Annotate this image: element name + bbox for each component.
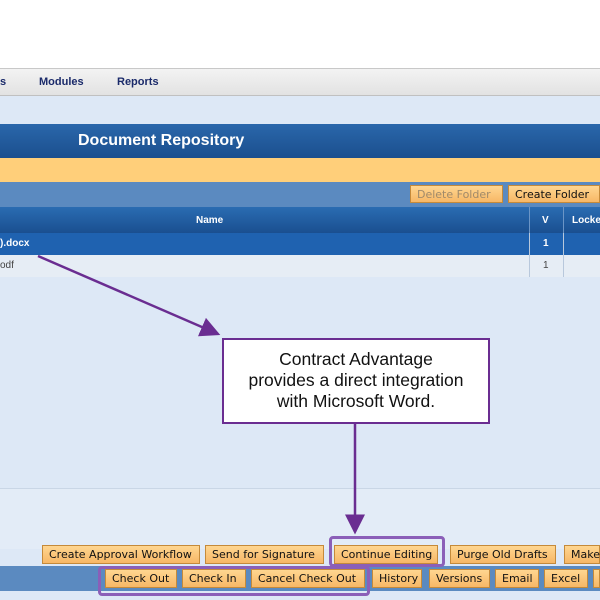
arrow-to-document [37, 254, 221, 337]
annotation-arrows [37, 254, 365, 535]
callout-box: Contract Advantage provides a direct int… [222, 338, 490, 424]
callout-line-1: Contract Advantage [279, 349, 433, 369]
callout-line-2: provides a direct integration [248, 370, 464, 390]
callout-line-3: with Microsoft Word. [276, 391, 436, 411]
